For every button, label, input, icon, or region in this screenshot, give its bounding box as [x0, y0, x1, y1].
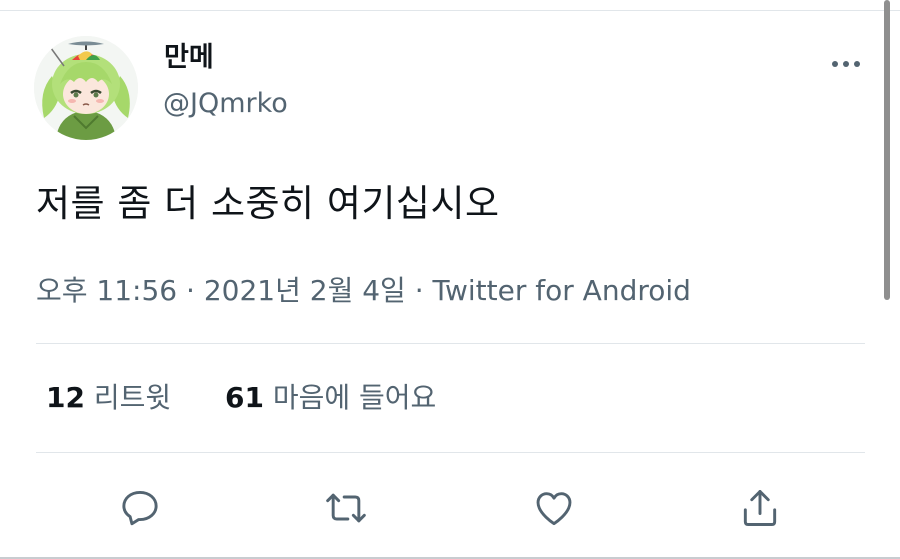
likes-stat[interactable]: 61 마음에 들어요	[225, 381, 436, 414]
likes-count: 61	[224, 381, 264, 414]
more-options-button[interactable]	[826, 50, 866, 78]
tweet-metadata: 오후 11:56 · 2021년 2월 4일 · Twitter for And…	[36, 272, 691, 310]
tweet-text: 저를 좀 더 소중히 여기십시오	[36, 182, 500, 225]
top-divider	[0, 0, 900, 11]
tweet-date[interactable]: 2021년 2월 4일	[204, 274, 406, 307]
scrollbar[interactable]	[884, 0, 890, 300]
meta-separator: ·	[414, 274, 424, 307]
tweet-source[interactable]: Twitter for Android	[433, 274, 691, 307]
retweets-count: 12	[46, 381, 85, 414]
reply-button[interactable]	[116, 484, 164, 532]
tweet-stats: 12 리트윗 61 마음에 들어요	[46, 378, 436, 418]
retweet-button[interactable]	[322, 484, 370, 532]
share-button[interactable]	[736, 484, 784, 532]
likes-label: 마음에 들어요	[272, 381, 437, 414]
retweets-stat[interactable]: 12 리트윗	[46, 381, 171, 414]
tweet-time[interactable]: 오후 11:56	[36, 274, 177, 307]
retweets-label: 리트윗	[93, 381, 172, 414]
avatar[interactable]	[34, 36, 138, 140]
more-dot-icon	[843, 61, 849, 67]
more-dot-icon	[832, 61, 838, 67]
meta-separator: ·	[186, 274, 195, 307]
heart-icon	[536, 492, 572, 526]
share-upload-icon	[743, 490, 777, 526]
retweet-arrows-icon	[326, 493, 366, 523]
divider	[36, 343, 865, 344]
display-name[interactable]: 만메	[164, 40, 214, 76]
more-dot-icon	[854, 61, 860, 67]
speech-bubble-icon	[122, 490, 158, 526]
user-handle[interactable]: @JQmrko	[163, 86, 288, 122]
like-button[interactable]	[530, 484, 578, 532]
divider	[36, 452, 865, 453]
